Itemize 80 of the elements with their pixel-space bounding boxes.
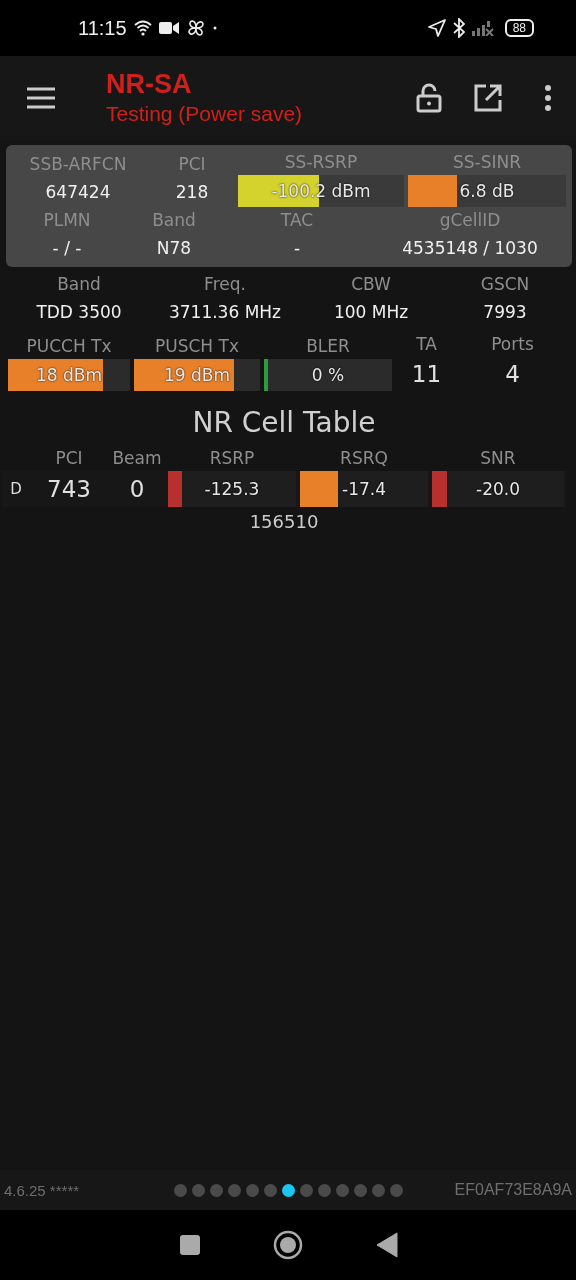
page-dot[interactable]	[318, 1183, 331, 1197]
field-value: 4	[505, 360, 520, 389]
field-value: 11	[411, 360, 442, 389]
page-dot[interactable]	[210, 1183, 223, 1197]
page-dot[interactable]	[174, 1183, 187, 1197]
page-dot[interactable]	[192, 1183, 205, 1197]
square-icon	[178, 1234, 201, 1256]
row-type: D	[9, 480, 23, 498]
field-label: Ports	[491, 333, 534, 356]
circle-icon	[273, 1230, 303, 1260]
padlock-icon	[416, 83, 442, 113]
meter-value: 19 dBm	[163, 365, 231, 385]
triangle-icon	[375, 1232, 398, 1258]
clock-time: 11:15	[78, 16, 127, 40]
page-dot[interactable]	[228, 1183, 241, 1197]
page-dot[interactable]	[390, 1183, 403, 1197]
meter-value: -17.4	[342, 479, 386, 499]
video-camera-icon	[158, 21, 179, 35]
fan-icon	[185, 18, 206, 38]
column-header: RSRQ	[339, 447, 389, 470]
dot-icon	[212, 26, 217, 30]
field-label: PUCCH Tx	[26, 335, 112, 358]
more-options-icon	[544, 85, 552, 111]
app-title: NR-SA	[106, 68, 193, 100]
field-label: Band	[152, 209, 196, 232]
meter-value: 18 dBm	[35, 365, 103, 385]
meter-value: -20.0	[476, 479, 520, 499]
field-label: PCI	[178, 153, 206, 176]
field-value: 100 MHz	[333, 301, 409, 324]
page-dot[interactable]	[372, 1183, 385, 1197]
column-header: Beam	[111, 447, 163, 470]
table-cell-text: 743	[46, 475, 92, 504]
field-label: SS-SINR	[452, 151, 522, 174]
page-dot[interactable]	[246, 1183, 259, 1197]
meter-value: 0 %	[311, 365, 345, 385]
field-value: - / -	[52, 237, 82, 260]
wifi-icon	[133, 20, 152, 36]
field-label: BLER	[306, 335, 350, 358]
page-dot[interactable]	[264, 1183, 277, 1197]
field-value: 7993	[483, 301, 527, 324]
field-label: TA	[416, 333, 437, 356]
meter-value: 6.8 dB	[459, 181, 515, 201]
field-value: -	[293, 237, 301, 260]
external-link-icon	[474, 84, 502, 112]
field-label: TAC	[280, 209, 314, 232]
field-value: 647424	[45, 181, 111, 204]
column-header: SNR	[479, 447, 517, 470]
column-header: RSRP	[208, 447, 256, 470]
field-label: SSB-ARFCN	[29, 153, 127, 176]
field-label: gCellID	[439, 209, 501, 232]
page-dot[interactable]	[354, 1183, 367, 1197]
battery-indicator: 88	[504, 19, 534, 37]
bluetooth-icon	[452, 18, 465, 38]
page-dot[interactable]	[300, 1183, 313, 1197]
field-value: N78	[156, 237, 192, 260]
meter-value: -125.3	[204, 479, 260, 499]
page-dot[interactable]	[336, 1183, 349, 1197]
field-label: Band	[57, 273, 101, 296]
location-arrow-icon	[427, 19, 446, 37]
mode-subtitle: Testing (Power save)	[106, 101, 303, 127]
column-header: PCI	[54, 447, 84, 470]
page-dot[interactable]	[282, 1183, 295, 1197]
field-label: Freq.	[204, 273, 246, 296]
field-label: SS-RSRP	[284, 151, 358, 174]
field-value: 4535148 / 1030	[402, 237, 538, 260]
field-label: PUSCH Tx	[155, 335, 239, 358]
field-value: 218	[175, 181, 209, 204]
field-value: 3711.36 MHz	[168, 301, 282, 324]
field-label: PLMN	[43, 209, 91, 232]
device-id: EF0AF73E8A9A	[454, 1181, 572, 1199]
field-label: GSCN	[480, 273, 530, 296]
cell-id: 156510	[249, 511, 319, 532]
field-label: CBW	[351, 273, 391, 296]
menu-button[interactable]	[26, 87, 56, 109]
field-value: TDD 3500	[36, 301, 122, 324]
version-label: 4.6.25 *****	[4, 1181, 81, 1199]
signal-icon	[471, 20, 494, 36]
table-cell-text: 0	[128, 475, 146, 504]
menu-icon	[26, 87, 56, 109]
table-title: NR Cell Table	[192, 405, 376, 441]
